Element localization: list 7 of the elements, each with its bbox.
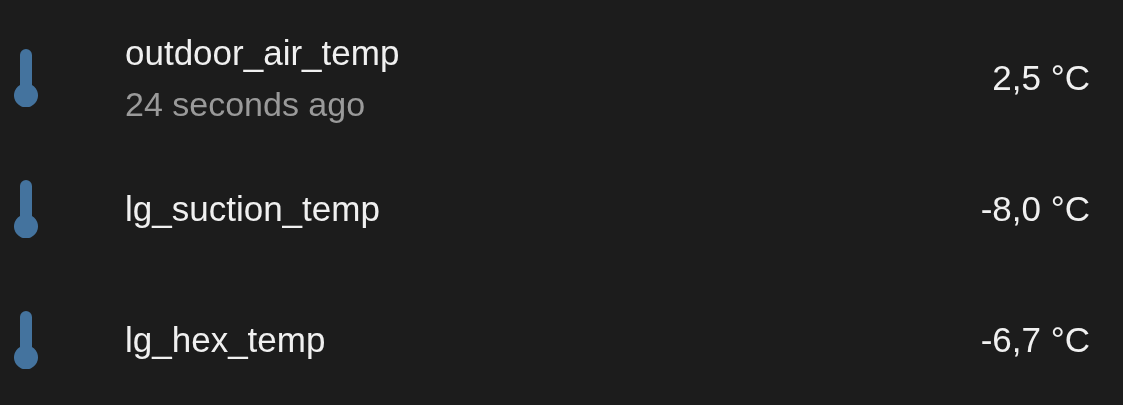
last-updated: 24 seconds ago [125,84,367,126]
entity-name: outdoor_air_temp [125,32,401,75]
entity-value: 2,5 °C [992,58,1090,99]
entity-value: -6,7 °C [980,319,1090,360]
entity-name: lg_hex_temp [125,318,327,361]
entity-name: lg_suction_temp [125,188,381,230]
entity-value: -8,0 °C [980,189,1090,229]
